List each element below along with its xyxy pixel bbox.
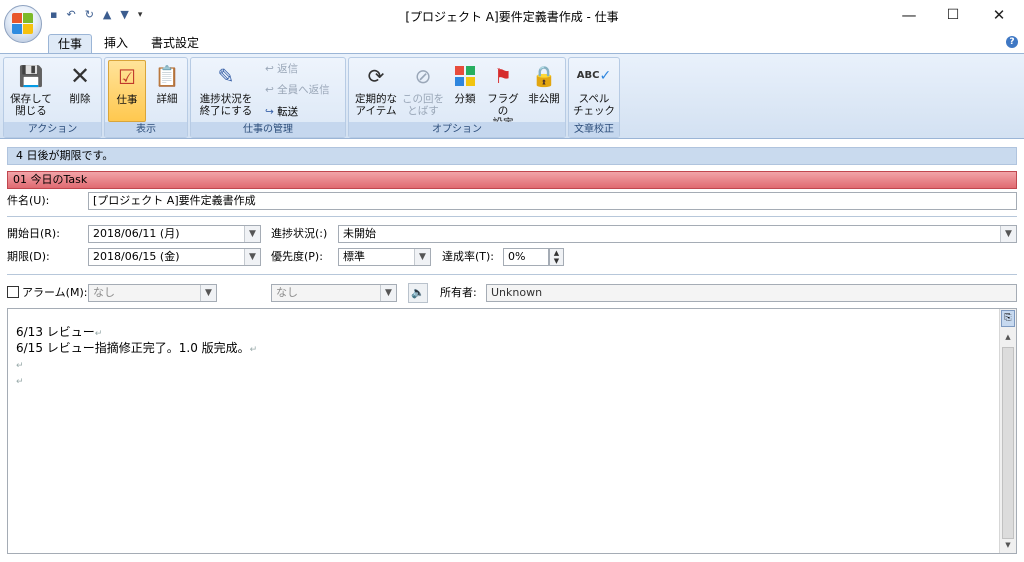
- skip-occurrence-button[interactable]: ⊘ この回を とばす: [401, 60, 445, 117]
- ruler-toggle-icon[interactable]: ⎘: [1001, 310, 1015, 327]
- notes-line: ↵: [16, 371, 257, 387]
- owner-label: 所有者:: [440, 286, 477, 299]
- percent-stepper[interactable]: ▲ ▼: [549, 248, 564, 266]
- category-bar: 01 今日のTask: [7, 171, 1017, 189]
- save-close-button[interactable]: 💾 保存して 閉じる: [6, 60, 56, 117]
- mark-complete-icon: ✎: [217, 64, 235, 88]
- ribbon: 💾 保存して 閉じる ✕ 削除 アクション ☑ 仕事 📋 詳細 表示 ✎ 進捗状…: [0, 53, 1024, 139]
- notes-text: 6/13 レビュー↵ 6/15 レビュー指摘修正完了。1.0 版完成。↵ ↵ ↵: [16, 323, 257, 387]
- chevron-down-icon[interactable]: ▼: [244, 226, 260, 242]
- chevron-down-icon[interactable]: ▼: [200, 285, 216, 301]
- reply-icon: ↩: [265, 63, 278, 75]
- subject-label: 件名(U):: [7, 194, 50, 207]
- notes-line: 6/15 レビュー指摘修正完了。1.0 版完成。↵: [16, 341, 258, 355]
- group-label-proofing: 文章校正: [569, 122, 619, 137]
- group-options: ⟳ 定期的な アイテム ⊘ この回を とばす 分類 ⚑ フラグの 設定 🔒 非: [348, 57, 566, 138]
- status-select[interactable]: 未開始 ▼: [338, 225, 1017, 243]
- scroll-down-icon[interactable]: ▼: [1000, 537, 1016, 553]
- detail-view-button[interactable]: 📋 詳細: [149, 60, 185, 105]
- reply-all-button[interactable]: ↩ 全員へ返信: [265, 83, 330, 97]
- status-label: 進捗状況(:): [271, 227, 328, 240]
- separator: [7, 216, 1017, 217]
- maximize-button[interactable]: ☐: [930, 0, 976, 30]
- minimize-button[interactable]: —: [886, 0, 932, 30]
- office-logo-icon: [12, 13, 34, 35]
- paragraph-mark-icon: ↵: [16, 361, 24, 371]
- save-icon: 💾: [18, 64, 44, 88]
- owner-field: Unknown: [486, 284, 1017, 302]
- due-date-field[interactable]: 2018/06/15 (金) ▼: [88, 248, 261, 266]
- start-date-field[interactable]: 2018/06/11 (月) ▼: [88, 225, 261, 243]
- speaker-icon: 🔈: [411, 286, 425, 299]
- alarm-checkbox[interactable]: [7, 286, 19, 298]
- group-task-manage: ✎ 進捗状況を 終了にする ↩ 返信 ↩ 全員へ返信 ↪ 転送 仕事の管理: [190, 57, 346, 138]
- skip-icon: ⊘: [414, 64, 432, 88]
- alarm-sound-button[interactable]: 🔈: [408, 283, 428, 303]
- percent-complete-label: 達成率(T):: [442, 250, 495, 263]
- reply-all-icon: ↩: [265, 84, 278, 96]
- tab-task[interactable]: 仕事: [48, 34, 92, 54]
- paragraph-mark-icon: ↵: [16, 377, 24, 387]
- follow-up-button[interactable]: ⚑ フラグの 設定: [483, 60, 523, 129]
- ribbon-tabs: 仕事 挿入 書式設定: [0, 32, 1024, 54]
- spelling-icon: ABC ✓: [576, 68, 612, 84]
- group-proofing: ABC ✓ スペル チェック 文章校正: [568, 57, 620, 138]
- tab-format[interactable]: 書式設定: [144, 34, 206, 54]
- flag-icon: ⚑: [494, 64, 512, 88]
- forward-icon: ↪: [265, 106, 278, 118]
- chevron-down-icon[interactable]: ▼: [414, 249, 430, 265]
- paragraph-mark-icon: ↵: [94, 329, 103, 339]
- categorize-button[interactable]: 分類: [447, 60, 483, 105]
- tab-insert[interactable]: 挿入: [98, 34, 134, 54]
- help-icon[interactable]: ?: [1006, 36, 1018, 48]
- chevron-down-icon[interactable]: ▼: [380, 285, 396, 301]
- subject-input[interactable]: [プロジェクト A]要件定義書作成: [88, 192, 1017, 210]
- alarm-date-select[interactable]: なし ▼: [88, 284, 217, 302]
- alarm-label: アラーム(M):: [22, 286, 88, 299]
- alarm-time-select[interactable]: なし ▼: [271, 284, 397, 302]
- task-view-button[interactable]: ☑ 仕事: [108, 60, 146, 122]
- delete-button[interactable]: ✕ 削除: [60, 60, 100, 105]
- office-button[interactable]: [4, 5, 42, 43]
- due-date-label: 期限(D):: [7, 250, 50, 263]
- recurrence-button[interactable]: ⟳ 定期的な アイテム: [352, 60, 400, 117]
- paragraph-mark-icon: ↵: [249, 345, 258, 355]
- detail-icon: 📋: [154, 64, 180, 88]
- notes-line: ↵: [16, 355, 257, 371]
- mark-complete-button[interactable]: ✎ 進捗状況を 終了にする: [194, 60, 258, 117]
- window-title: [プロジェクト A]要件定義書作成 - 仕事: [405, 10, 619, 24]
- group-action: 💾 保存して 閉じる ✕ 削除 アクション: [3, 57, 102, 138]
- forward-button[interactable]: ↪ 転送: [265, 105, 298, 119]
- due-date-infobar: 4 日後が期限です。: [7, 147, 1017, 165]
- reply-button[interactable]: ↩ 返信: [265, 62, 298, 76]
- group-view: ☑ 仕事 📋 詳細 表示: [104, 57, 188, 138]
- chevron-down-icon[interactable]: ▼: [1000, 226, 1016, 242]
- task-icon: ☑: [118, 65, 136, 89]
- start-date-label: 開始日(R):: [7, 227, 60, 240]
- group-label-task-manage: 仕事の管理: [191, 122, 345, 137]
- group-label-options: オプション: [349, 122, 565, 137]
- separator: [7, 274, 1017, 275]
- notes-line: 6/13 レビュー↵: [16, 325, 103, 339]
- percent-complete-input[interactable]: 0%: [503, 248, 549, 266]
- notes-editor[interactable]: 6/13 レビュー↵ 6/15 レビュー指摘修正完了。1.0 版完成。↵ ↵ ↵…: [7, 308, 1017, 554]
- recurrence-icon: ⟳: [367, 64, 385, 88]
- private-button[interactable]: 🔒 非公開: [525, 60, 563, 105]
- lock-icon: 🔒: [531, 64, 557, 88]
- priority-select[interactable]: 標準 ▼: [338, 248, 431, 266]
- scroll-up-icon[interactable]: ▲: [1000, 329, 1016, 345]
- group-label-view: 表示: [105, 122, 187, 137]
- vertical-scrollbar[interactable]: ⎘ ▲ ▼: [999, 309, 1016, 553]
- group-label-action: アクション: [4, 122, 101, 137]
- scroll-thumb[interactable]: [1002, 347, 1014, 539]
- title-bar: ▪ ↶ ↻ ▲ ▼ ▾ [プロジェクト A]要件定義書作成 - 仕事 — ☐ ✕: [0, 0, 1024, 43]
- delete-icon: ✕: [69, 62, 91, 90]
- close-button[interactable]: ✕: [976, 0, 1022, 30]
- categorize-icon: [452, 63, 478, 89]
- chevron-down-icon[interactable]: ▼: [244, 249, 260, 265]
- priority-label: 優先度(P):: [271, 250, 323, 263]
- spelling-button[interactable]: ABC ✓ スペル チェック: [571, 60, 617, 117]
